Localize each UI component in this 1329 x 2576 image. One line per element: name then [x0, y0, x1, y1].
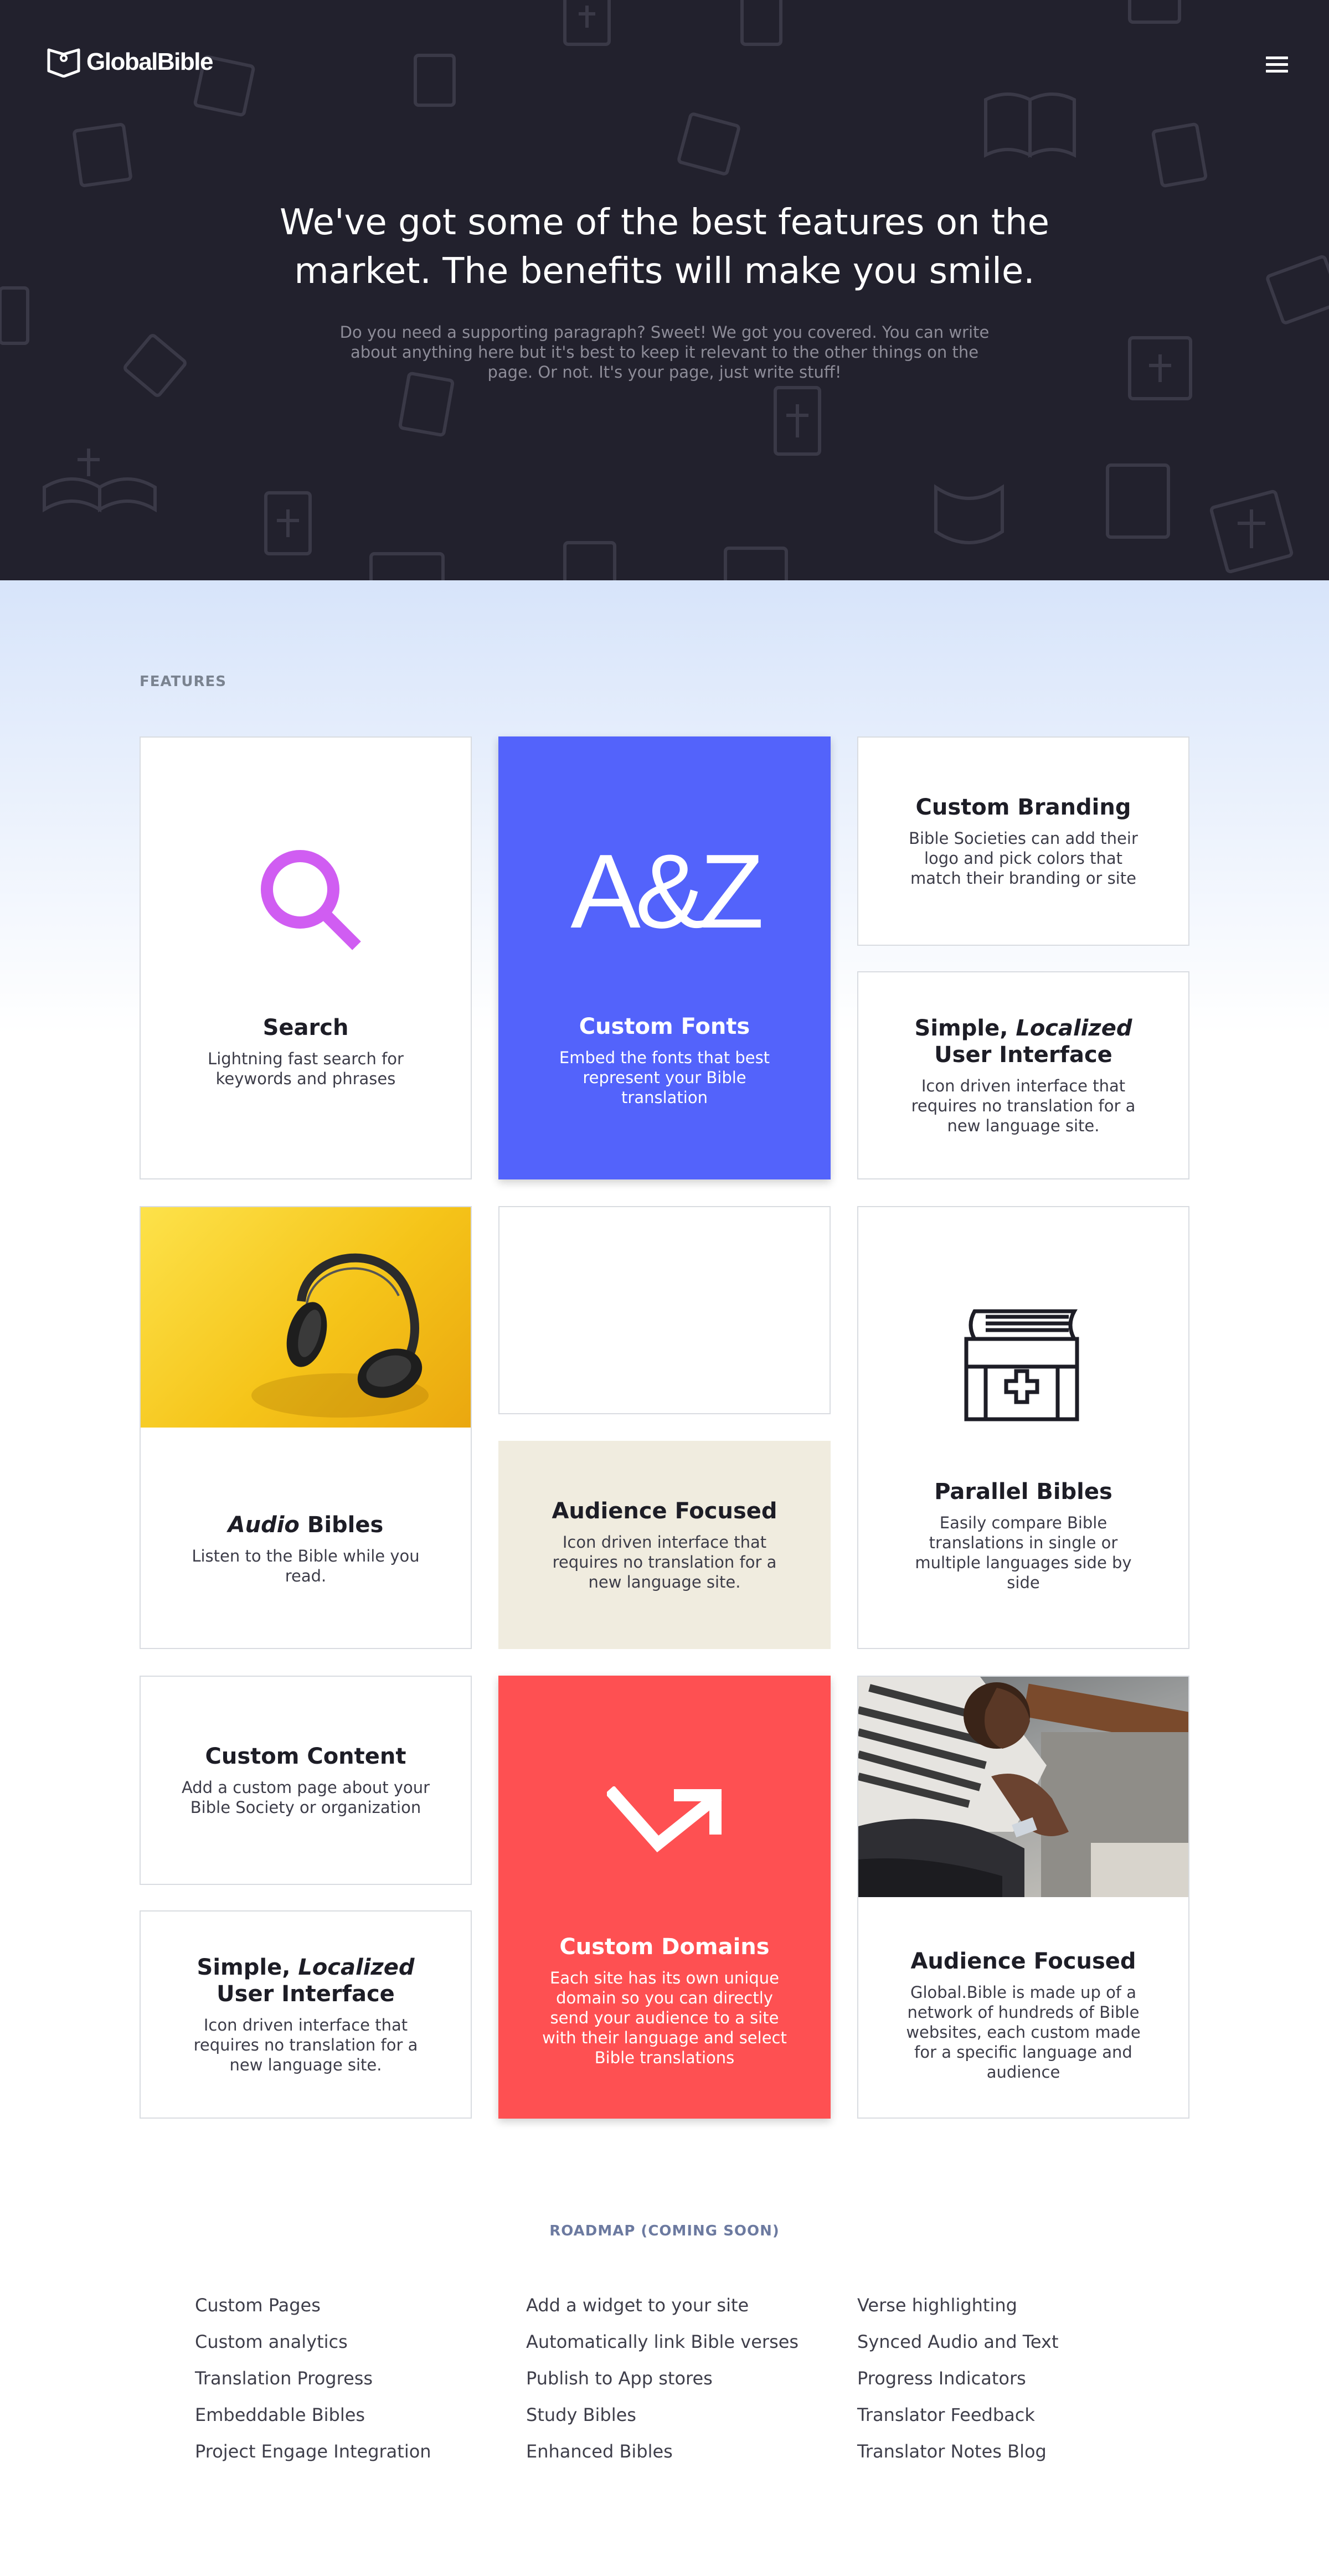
- feature-card-search[interactable]: Search Lightning fast search for keyword…: [140, 736, 472, 1179]
- card-title: Custom Domains: [559, 1934, 770, 1960]
- person-with-phone-photo: [858, 1677, 1188, 1897]
- card-description: Listen to the Bible while you read.: [192, 1547, 420, 1585]
- card-description: Bible Societies can add their logo and p…: [909, 829, 1138, 888]
- hero-subtitle: Do you need a supporting paragraph? Swee…: [339, 323, 990, 382]
- roadmap-item: Enhanced Bibles: [526, 2441, 673, 2462]
- font-glyph-icon: A&Z: [570, 833, 764, 950]
- card-description: Add a custom page about your Bible Socie…: [181, 1778, 430, 1817]
- roadmap-item: Translation Progress: [195, 2368, 373, 2389]
- logo-book-icon: [47, 48, 80, 78]
- feature-card-localized-ui[interactable]: Simple, Localized User Interface Icon dri…: [857, 971, 1189, 1179]
- card-description: Lightning fast search for keywords and p…: [208, 1049, 404, 1088]
- roadmap-item: Automatically link Bible verses: [526, 2331, 799, 2352]
- card-title: Parallel Bibles: [934, 1479, 1112, 1505]
- card-title: Custom Content: [205, 1744, 406, 1769]
- redirect-arrow-icon: [607, 1786, 722, 1853]
- feature-card-audio-bibles[interactable]: Audio Bibles Listen to the Bible while y…: [140, 1206, 472, 1649]
- hamburger-menu-icon[interactable]: [1266, 56, 1288, 75]
- feature-card-audience-focused-photo[interactable]: Audience Focused Global.Bible is made up…: [857, 1676, 1189, 2119]
- roadmap-column-2: Add a widget to your site Automatically …: [526, 2287, 799, 2470]
- features-label: FEATURES: [140, 673, 226, 690]
- card-description: Each site has its own unique domain so y…: [542, 1969, 787, 2067]
- hero-section: GlobalBible We've got some of the best f…: [0, 0, 1329, 580]
- hero-title: We've got some of the best features on t…: [280, 202, 1049, 292]
- roadmap-item: Embeddable Bibles: [195, 2404, 365, 2425]
- roadmap-item: Project Engage Integration: [195, 2441, 431, 2462]
- feature-card-custom-content[interactable]: Custom Content Add a custom page about y…: [140, 1676, 472, 1885]
- roadmap-label: ROADMAP (COMING SOON): [549, 2223, 780, 2239]
- roadmap-item: Add a widget to your site: [526, 2295, 749, 2316]
- roadmap-item: Translator Feedback: [857, 2404, 1035, 2425]
- card-description: Global.Bible is made up of a network of …: [906, 1983, 1141, 2082]
- roadmap-item: Publish to App stores: [526, 2368, 713, 2389]
- feature-card-custom-domains[interactable]: Custom Domains Each site has its own uni…: [498, 1676, 831, 2119]
- roadmap-item: Study Bibles: [526, 2404, 636, 2425]
- card-title: Custom Branding: [915, 795, 1131, 820]
- headphones-photo: [141, 1207, 471, 1428]
- card-description: Embed the fonts that best represent your…: [559, 1048, 770, 1107]
- roadmap-item: Synced Audio and Text: [857, 2331, 1059, 2352]
- card-title: Audio Bibles: [228, 1512, 384, 1538]
- feature-card-empty: [498, 1206, 831, 1414]
- roadmap-item: Custom analytics: [195, 2331, 348, 2352]
- roadmap-item: Verse highlighting: [857, 2295, 1017, 2316]
- feature-card-custom-branding[interactable]: Custom Branding Bible Societies can add …: [857, 736, 1189, 946]
- card-title: Simple, Localized User Interface: [914, 1016, 1132, 1068]
- card-title: Search: [262, 1015, 349, 1040]
- card-title: Custom Fonts: [579, 1014, 750, 1039]
- features-section: FEATURES Search Lightning fast search fo…: [0, 580, 1329, 2186]
- headphones-icon: [251, 1253, 429, 1418]
- brand-name: GlobalBible: [86, 48, 213, 75]
- roadmap-item: Translator Notes Blog: [857, 2441, 1047, 2462]
- feature-card-localized-ui-2[interactable]: Simple, Localized User Interface Icon dri…: [140, 1910, 472, 2119]
- card-description: Icon driven interface that requires no t…: [193, 2016, 418, 2074]
- card-description: Icon driven interface that requires no t…: [552, 1533, 777, 1591]
- roadmap-column-3: Verse highlighting Synced Audio and Text…: [857, 2287, 1059, 2470]
- magnifier-icon: [261, 850, 361, 950]
- card-title: Audience Focused: [552, 1498, 777, 1524]
- roadmap-item: Custom Pages: [195, 2295, 321, 2316]
- card-title: Audience Focused: [910, 1949, 1136, 1974]
- brand-logo[interactable]: GlobalBible: [47, 47, 213, 78]
- card-description: Icon driven interface that requires no t…: [911, 1076, 1136, 1135]
- person-photo-art: [858, 1677, 1188, 1897]
- feature-card-custom-fonts[interactable]: A&Z Custom Fonts Embed the fonts that be…: [498, 736, 831, 1179]
- roadmap-item: Progress Indicators: [857, 2368, 1026, 2389]
- feature-card-parallel-bibles[interactable]: Parallel Bibles Easily compare Bible tra…: [857, 1206, 1189, 1649]
- roadmap-column-1: Custom Pages Custom analytics Translatio…: [195, 2287, 431, 2470]
- card-title: Simple, Localized User Interface: [197, 1955, 415, 2007]
- bible-chest-icon: [964, 1309, 1079, 1421]
- feature-card-audience-focused[interactable]: Audience Focused Icon driven interface t…: [498, 1441, 831, 1649]
- card-description: Easily compare Bible translations in sin…: [915, 1513, 1132, 1592]
